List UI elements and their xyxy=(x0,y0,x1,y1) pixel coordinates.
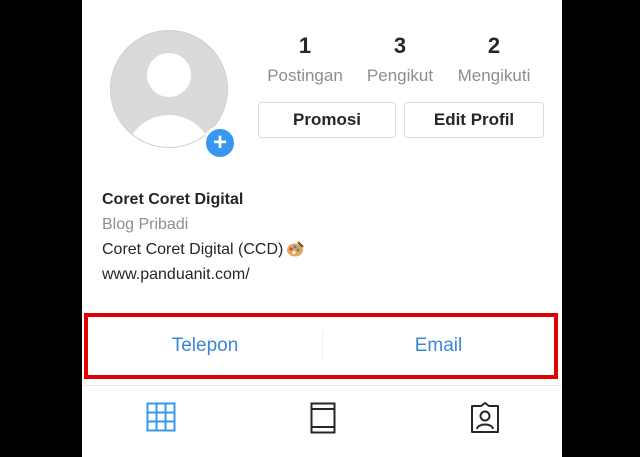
add-story-button[interactable]: + xyxy=(203,126,237,160)
profile-description-text: Coret Coret Digital (CCD) xyxy=(102,241,284,258)
stat-following[interactable]: 2 Mengikuti xyxy=(449,30,539,90)
stat-posts[interactable]: 1 Postingan xyxy=(260,30,350,90)
email-button[interactable]: Email xyxy=(323,317,554,375)
edit-profile-button[interactable]: Edit Profil xyxy=(404,102,544,138)
phone-button[interactable]: Telepon xyxy=(88,317,322,375)
tagged-icon[interactable] xyxy=(470,402,500,439)
stat-followers[interactable]: 3 Pengikut xyxy=(355,30,445,90)
profile-name: Coret Coret Digital xyxy=(102,191,244,208)
stat-posts-count: 1 xyxy=(298,33,312,58)
bio: Coret Coret Digital Blog Pribadi Coret C… xyxy=(102,187,305,287)
contact-options-highlight: Telepon Email xyxy=(84,313,558,379)
avatar-placeholder-body xyxy=(125,115,213,147)
palette-emoji-icon xyxy=(286,240,305,257)
stat-following-label: Mengikuti xyxy=(457,66,531,85)
stat-followers-label: Pengikut xyxy=(366,66,434,85)
profile-category: Blog Pribadi xyxy=(102,216,189,233)
avatar-placeholder-head xyxy=(147,53,191,97)
profile-panel: + 1 Postingan 3 Pengikut 2 Mengikuti Pro… xyxy=(82,0,562,457)
feed-icon[interactable] xyxy=(310,402,336,439)
grid-icon[interactable] xyxy=(146,402,176,437)
stat-followers-count: 3 xyxy=(393,33,407,58)
stat-following-count: 2 xyxy=(487,33,501,58)
profile-tabs xyxy=(82,385,562,445)
stat-posts-label: Postingan xyxy=(267,66,343,85)
profile-website-link[interactable]: www.panduanit.com/ xyxy=(102,262,304,287)
promote-button[interactable]: Promosi xyxy=(258,102,396,138)
profile-description: Coret Coret Digital (CCD) xyxy=(102,237,305,262)
